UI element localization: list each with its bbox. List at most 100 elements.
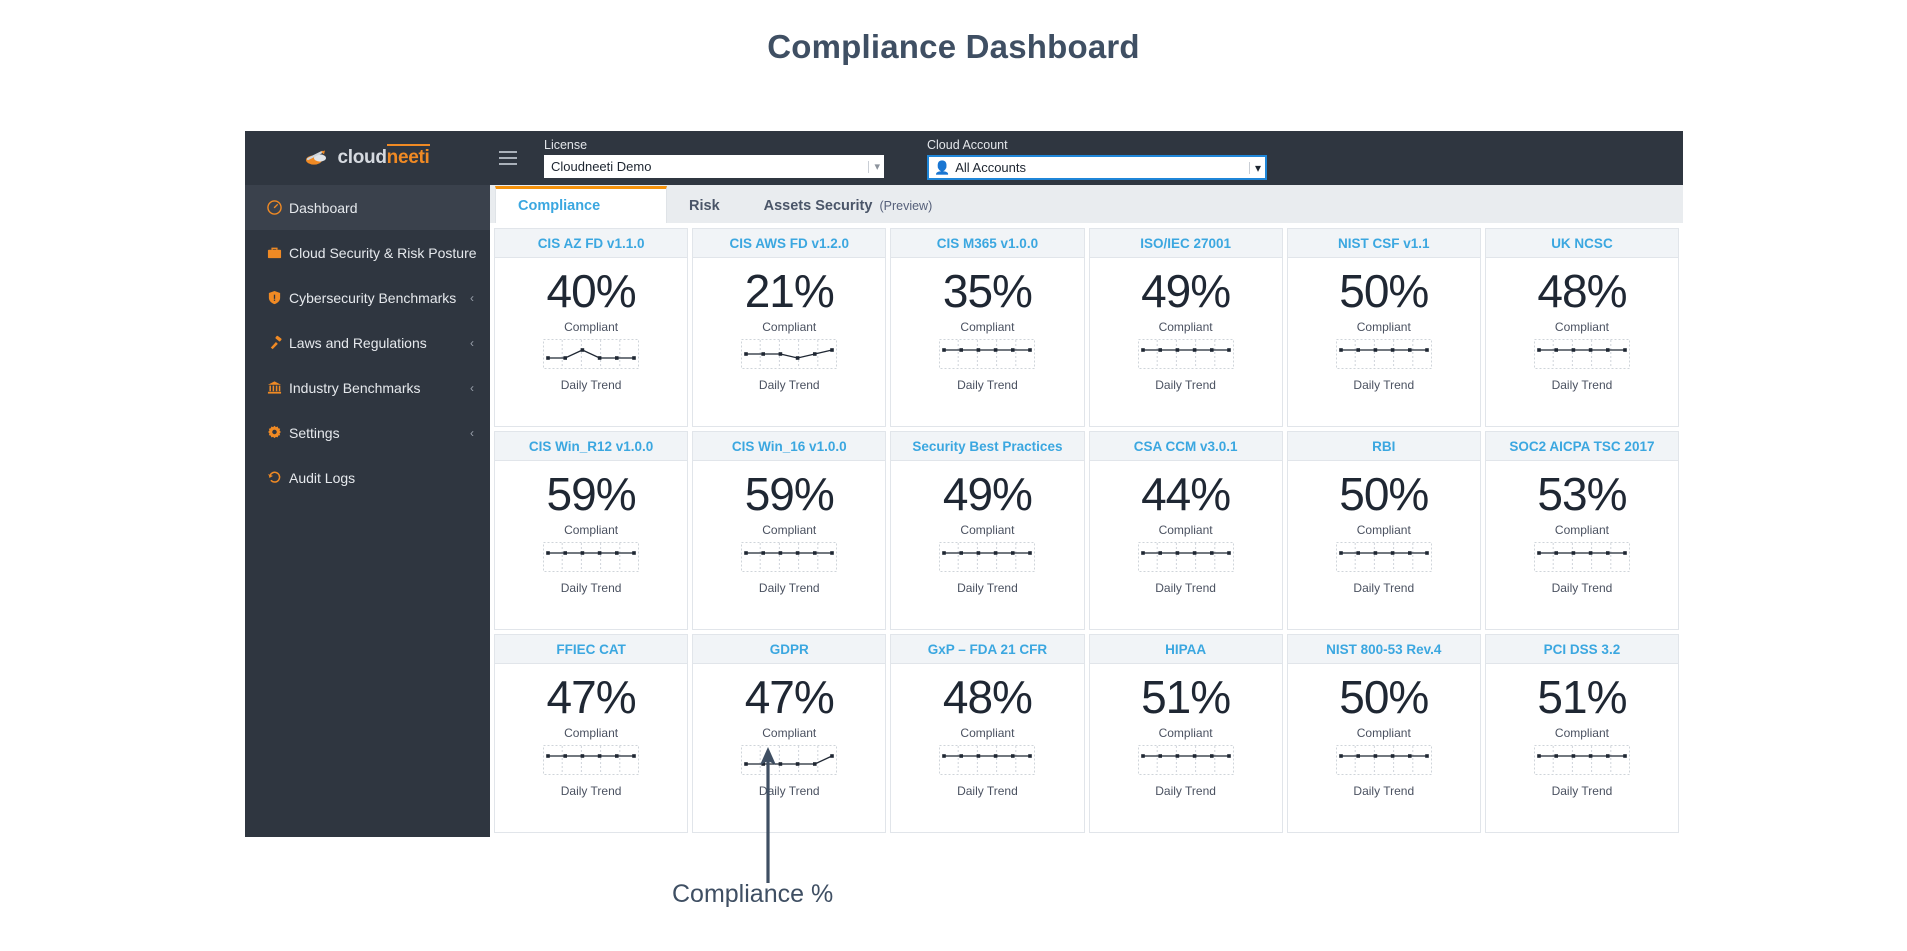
card-body: 53% Compliant Daily Trend (1486, 461, 1678, 629)
compliant-label: Compliant (1554, 320, 1609, 335)
history-icon (267, 470, 289, 485)
license-select[interactable]: Cloudneeti Demo ▾ (544, 155, 884, 178)
sidebar-item-industry-benchmarks[interactable]: Industry Benchmarks ‹ (245, 365, 490, 410)
chevron-left-icon[interactable]: ‹ (470, 381, 474, 395)
sidebar-item-label: Dashboard (289, 199, 358, 216)
sidebar-item-audit-logs[interactable]: Audit Logs (245, 455, 490, 500)
sidebar-item-label: Audit Logs (289, 469, 356, 486)
compliant-label: Compliant (1554, 523, 1609, 538)
sidebar-item-dashboard[interactable]: Dashboard (245, 185, 490, 230)
daily-trend-label: Daily Trend (1155, 581, 1216, 596)
compliance-card[interactable]: CIS Win_R12 v1.0.0 59% Compliant Daily Tren… (494, 431, 689, 630)
hamburger-bar (499, 157, 517, 159)
card-title: CIS Win_16 v1.0.0 (693, 432, 886, 461)
daily-trend-sparkline (1533, 339, 1630, 374)
compliance-card[interactable]: FFIEC CAT 47% Compliant Daily Trend (494, 634, 689, 833)
compliance-card[interactable]: GDPR 47% Compliant Daily Trend (692, 634, 887, 833)
compliance-card[interactable]: HIPAA 51% Compliant Daily Trend (1088, 634, 1283, 833)
cloud-account-field-group: Cloud Account 👤 All Accounts ▾ (927, 131, 1267, 180)
daily-trend-label: Daily Trend (560, 784, 622, 799)
hamburger-bar (499, 151, 517, 153)
daily-trend-sparkline (1137, 745, 1234, 780)
compliance-card[interactable]: CSA CCM v3.0.1 44% Compliant Daily Trend (1088, 431, 1283, 630)
brand-name-part2: neeti (386, 144, 430, 168)
compliance-card[interactable]: GxP – FDA 21 CFR 48% Compliant Daily Trend (890, 634, 1085, 833)
shield-icon (267, 290, 289, 305)
daily-trend-sparkline (1533, 745, 1630, 780)
chevron-left-icon[interactable]: ‹ (470, 291, 474, 305)
compliance-card[interactable]: CIS Win_16 v1.0.0 59% Compliant Daily Trend (692, 431, 887, 630)
chevron-down-icon[interactable]: ▾ (868, 160, 880, 173)
daily-trend-label: Daily Trend (1551, 581, 1613, 596)
compliance-card[interactable]: ISO/IEC 27001 49% Compliant Daily Trend (1088, 228, 1283, 427)
compliant-label: Compliant (1356, 523, 1411, 538)
compliant-label: Compliant (564, 726, 619, 741)
compliance-percentage: 51% (1537, 671, 1627, 723)
compliance-percentage: 59% (744, 468, 835, 520)
compliance-card[interactable]: RBI 50% Compliant Daily Trend (1286, 431, 1481, 630)
cloud-account-value: All Accounts (955, 160, 1027, 175)
tab-assets-security[interactable]: Assets Security (Preview) (742, 189, 955, 223)
card-body: 50% Compliant Daily Trend (1288, 664, 1480, 832)
sidebar-item-cloud-security-risk-posture[interactable]: Cloud Security & Risk Posture (245, 230, 490, 275)
daily-trend-sparkline (939, 339, 1036, 374)
sidebar-item-laws-and-regulations[interactable]: Laws and Regulations ‹ (245, 320, 490, 365)
daily-trend-sparkline (741, 542, 838, 577)
compliance-card[interactable]: SOC2 AICPA TSC 2017 53% Compliant Daily Tre… (1484, 431, 1680, 630)
compliance-card[interactable]: UK NCSC 48% Compliant Daily Trend (1484, 228, 1680, 427)
card-title: UK NCSC (1485, 229, 1679, 258)
chevron-down-icon[interactable]: ▾ (1248, 161, 1261, 175)
hamburger-bar (499, 163, 517, 165)
gear-icon (267, 425, 289, 440)
gavel-icon (267, 335, 289, 350)
cloud-account-label: Cloud Account (927, 138, 1008, 152)
card-title: SOC2 AICPA TSC 2017 (1485, 432, 1679, 461)
sidebar-item-cybersecurity-benchmarks[interactable]: Cybersecurity Benchmarks ‹ (245, 275, 490, 320)
compliance-card[interactable]: CIS M365 v1.0.0 35% Compliant Daily Trend (890, 228, 1085, 427)
tab-label: Assets Security (763, 198, 873, 214)
card-title: GxP – FDA 21 CFR (891, 635, 1084, 664)
compliance-card[interactable]: NIST 800-53 Rev.4 50% Compliant Daily Trend (1286, 634, 1481, 833)
compliance-percentage: 48% (1537, 265, 1627, 317)
compliance-percentage: 48% (942, 671, 1033, 723)
brand-logo[interactable]: cloudneeti (245, 131, 490, 185)
compliance-percentage: 49% (942, 468, 1033, 520)
compliance-card[interactable]: CIS AZ FD v1.1.0 40% Compliant Daily Trend (494, 228, 689, 427)
daily-trend-label: Daily Trend (957, 581, 1018, 596)
cloud-account-select[interactable]: 👤 All Accounts ▾ (927, 155, 1267, 180)
sidebar-item-settings[interactable]: Settings ‹ (245, 410, 490, 455)
daily-trend-label: Daily Trend (1551, 378, 1613, 393)
daily-trend-sparkline (939, 745, 1036, 780)
compliance-card[interactable]: PCI DSS 3.2 51% Compliant Daily Trend (1484, 634, 1680, 833)
compliant-label: Compliant (960, 320, 1015, 335)
sidebar-item-label: Laws and Regulations (289, 334, 427, 351)
tab-risk[interactable]: Risk (667, 189, 742, 223)
daily-trend-sparkline (1335, 542, 1432, 577)
card-body: 50% Compliant Daily Trend (1288, 461, 1480, 629)
compliance-percentage: 40% (546, 265, 637, 317)
compliant-label: Compliant (1356, 320, 1411, 335)
tab-compliance[interactable]: Compliance (495, 186, 667, 223)
card-row: CIS Win_R12 v1.0.0 59% Compliant Daily Tren… (494, 431, 1680, 630)
hamburger-icon[interactable] (490, 131, 526, 185)
card-body: 50% Compliant Daily Trend (1288, 258, 1480, 426)
compliance-card[interactable]: NIST CSF v1.1 50% Compliant Daily Trend (1286, 228, 1481, 427)
compliant-label: Compliant (762, 726, 817, 741)
card-row: FFIEC CAT 47% Compliant Daily Trend GDPR 47% C… (494, 634, 1680, 833)
compliant-label: Compliant (1158, 320, 1213, 335)
chevron-left-icon[interactable]: ‹ (470, 426, 474, 440)
chevron-left-icon[interactable]: ‹ (470, 336, 474, 350)
gauge-icon (267, 200, 289, 215)
compliant-label: Compliant (564, 523, 619, 538)
sidebar-item-label: Industry Benchmarks (289, 379, 421, 396)
daily-trend-label: Daily Trend (1353, 581, 1415, 596)
compliance-card[interactable]: CIS AWS FD v1.2.0 21% Compliant Daily Trend (692, 228, 887, 427)
card-body: 47% Compliant Daily Trend (495, 664, 687, 832)
card-title: ISO/IEC 27001 (1089, 229, 1282, 258)
card-body: 59% Compliant Daily Trend (693, 461, 885, 629)
compliant-label: Compliant (1356, 726, 1411, 741)
app-window: cloudneeti License Cloudneeti Demo ▾ Clo… (245, 131, 1683, 837)
up-arrow-icon (760, 747, 776, 883)
compliance-card[interactable]: Security Best Practices 49% Compliant Daily… (890, 431, 1085, 630)
daily-trend-sparkline (543, 339, 640, 374)
